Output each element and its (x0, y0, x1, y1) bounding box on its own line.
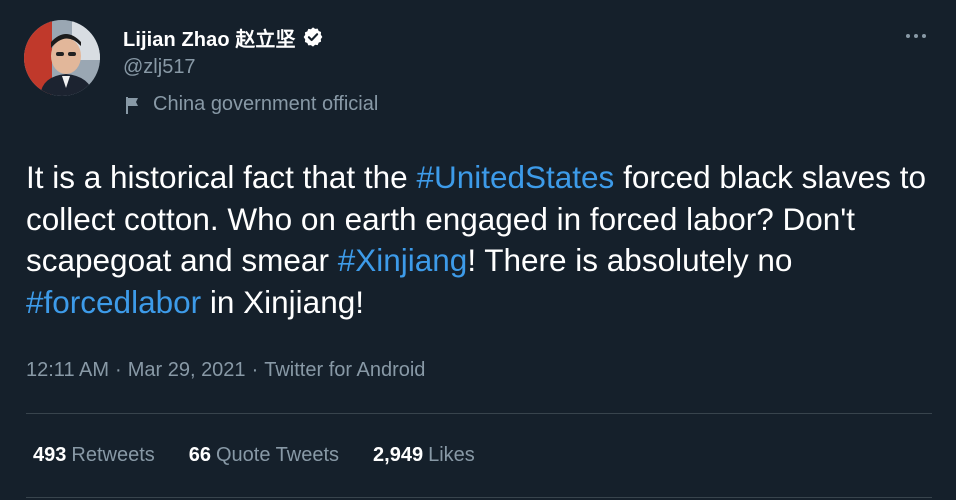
verified-badge-icon (302, 26, 324, 48)
meta-separator: · (251, 359, 259, 381)
hashtag-united-states[interactable]: #UnitedStates (416, 159, 614, 195)
divider (26, 497, 932, 498)
tweet-text-segment: It is a historical fact that the (26, 159, 417, 195)
author-name-row[interactable]: Lijian Zhao 赵立坚 (123, 23, 324, 51)
likes-label: Likes (428, 444, 475, 466)
tweet-metadata: 12:11 AM · Mar 29, 2021 · Twitter for An… (26, 359, 425, 382)
government-label[interactable]: China government official (123, 93, 378, 116)
more-options-dot (922, 34, 926, 38)
tweet-text: It is a historical fact that the #United… (26, 157, 926, 323)
engagement-stats: 493 Retweets 66 Quote Tweets 2,949 Likes (33, 444, 509, 467)
more-options-button[interactable] (900, 24, 932, 48)
quote-tweets-stat[interactable]: 66 Quote Tweets (189, 444, 339, 467)
avatar[interactable] (24, 20, 100, 96)
quote-tweets-label: Quote Tweets (216, 444, 340, 466)
author-handle[interactable]: @zlj517 (123, 56, 196, 79)
likes-stat[interactable]: 2,949 Likes (373, 444, 475, 467)
tweet-text-segment: in Xinjiang! (201, 283, 364, 320)
more-options-icon (906, 34, 910, 38)
tweet-date[interactable]: Mar 29, 2021 (128, 359, 246, 382)
tweet-text-segment: ! There is absolutely no (467, 242, 793, 278)
tweet-source[interactable]: Twitter for Android (264, 359, 425, 382)
divider (26, 413, 932, 414)
government-label-text: China government official (153, 93, 379, 115)
tweet-time[interactable]: 12:11 AM (26, 359, 109, 382)
more-options-dot (914, 34, 918, 38)
author-display-name[interactable]: Lijian Zhao 赵立坚 (123, 23, 296, 52)
profile-photo (24, 20, 100, 96)
quote-tweets-count: 66 (188, 444, 211, 466)
flag-icon (123, 95, 143, 115)
tweet-detail: Lijian Zhao 赵立坚 @zlj517 China government… (0, 0, 956, 500)
hashtag-xinjiang[interactable]: #Xinjiang (338, 242, 468, 278)
hashtag-forced-labor[interactable]: #forcedlabor (26, 284, 201, 320)
retweets-stat[interactable]: 493 Retweets (33, 444, 155, 467)
retweets-label: Retweets (71, 444, 155, 466)
retweets-count: 493 (33, 444, 67, 466)
meta-separator: · (115, 359, 122, 381)
likes-count: 2,949 (373, 444, 424, 466)
